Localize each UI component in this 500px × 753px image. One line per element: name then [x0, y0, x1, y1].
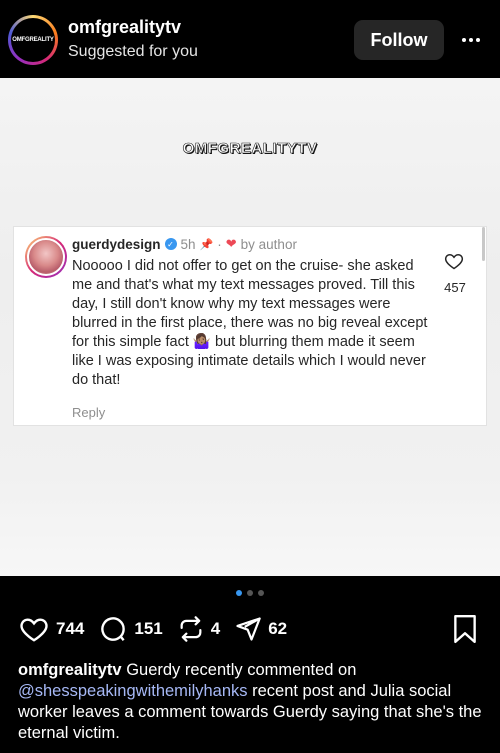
like-count: 744	[56, 619, 85, 638]
comment-avatar-image	[27, 238, 65, 276]
bookmark-icon[interactable]	[452, 614, 478, 644]
post-username[interactable]: omfgrealitytv	[68, 17, 181, 38]
repost-icon	[180, 616, 202, 642]
send-icon	[236, 617, 261, 641]
suggested-label: Suggested for you	[68, 43, 198, 60]
comment-icon	[101, 617, 126, 641]
repost-count: 4	[210, 619, 221, 638]
repost-button[interactable]: 4	[177, 614, 220, 644]
by-author-label: by author	[240, 236, 297, 252]
post-header: OMFGREALITY omfgrealitytv Suggested for …	[0, 0, 500, 78]
avatar-logo-text: OMFGREALITY	[12, 37, 54, 43]
post-media[interactable]: OMFGREALITYTV guerdydesign ✓ 5h 📌 · ❤ by…	[0, 78, 500, 576]
comment-time: 5h	[180, 236, 196, 252]
comment-count: 151	[134, 619, 163, 638]
author-heart-icon: ❤	[225, 236, 237, 251]
carousel-indicator	[0, 590, 500, 596]
comment-username: guerdydesign	[72, 236, 161, 252]
action-bar: 744 151 4 62	[18, 612, 301, 646]
share-count: 62	[268, 619, 288, 638]
comment-reply-link: Reply	[72, 405, 106, 420]
comment-heart-icon	[444, 253, 464, 270]
like-button[interactable]: 744	[18, 614, 84, 644]
comment-button[interactable]: 151	[98, 614, 163, 644]
separator-dot: ·	[217, 236, 222, 252]
carousel-dot	[247, 590, 253, 596]
comment-card: guerdydesign ✓ 5h 📌 · ❤ by author Nooooo…	[13, 226, 487, 426]
verified-icon: ✓	[164, 238, 177, 250]
more-options-icon[interactable]	[456, 28, 486, 52]
follow-button[interactable]: Follow	[354, 20, 444, 60]
comment-like-count: 457	[444, 280, 466, 295]
carousel-dot	[236, 590, 242, 596]
comment-meta: guerdydesign ✓ 5h 📌 · ❤ by author	[72, 236, 297, 252]
caption-username[interactable]: omfgrealitytv	[18, 661, 122, 679]
post-caption: omfgrealitytv Guerdy recently commented …	[18, 660, 488, 744]
comment-avatar	[25, 236, 67, 278]
carousel-dot	[258, 590, 264, 596]
avatar[interactable]: OMFGREALITY	[8, 15, 58, 65]
heart-icon	[20, 618, 48, 642]
comment-text: Nooooo I did not offer to get on the cru…	[72, 258, 428, 388]
caption-mention[interactable]: @shesspeakingwithemilyhanks	[18, 682, 248, 700]
comment-scrollbar	[482, 227, 485, 261]
brand-watermark: OMFGREALITYTV	[182, 140, 318, 158]
caption-text-1: Guerdy recently commented on	[121, 661, 357, 679]
pin-icon: 📌	[199, 238, 214, 251]
avatar-inner: OMFGREALITY	[11, 18, 55, 62]
share-button[interactable]: 62	[234, 614, 287, 644]
